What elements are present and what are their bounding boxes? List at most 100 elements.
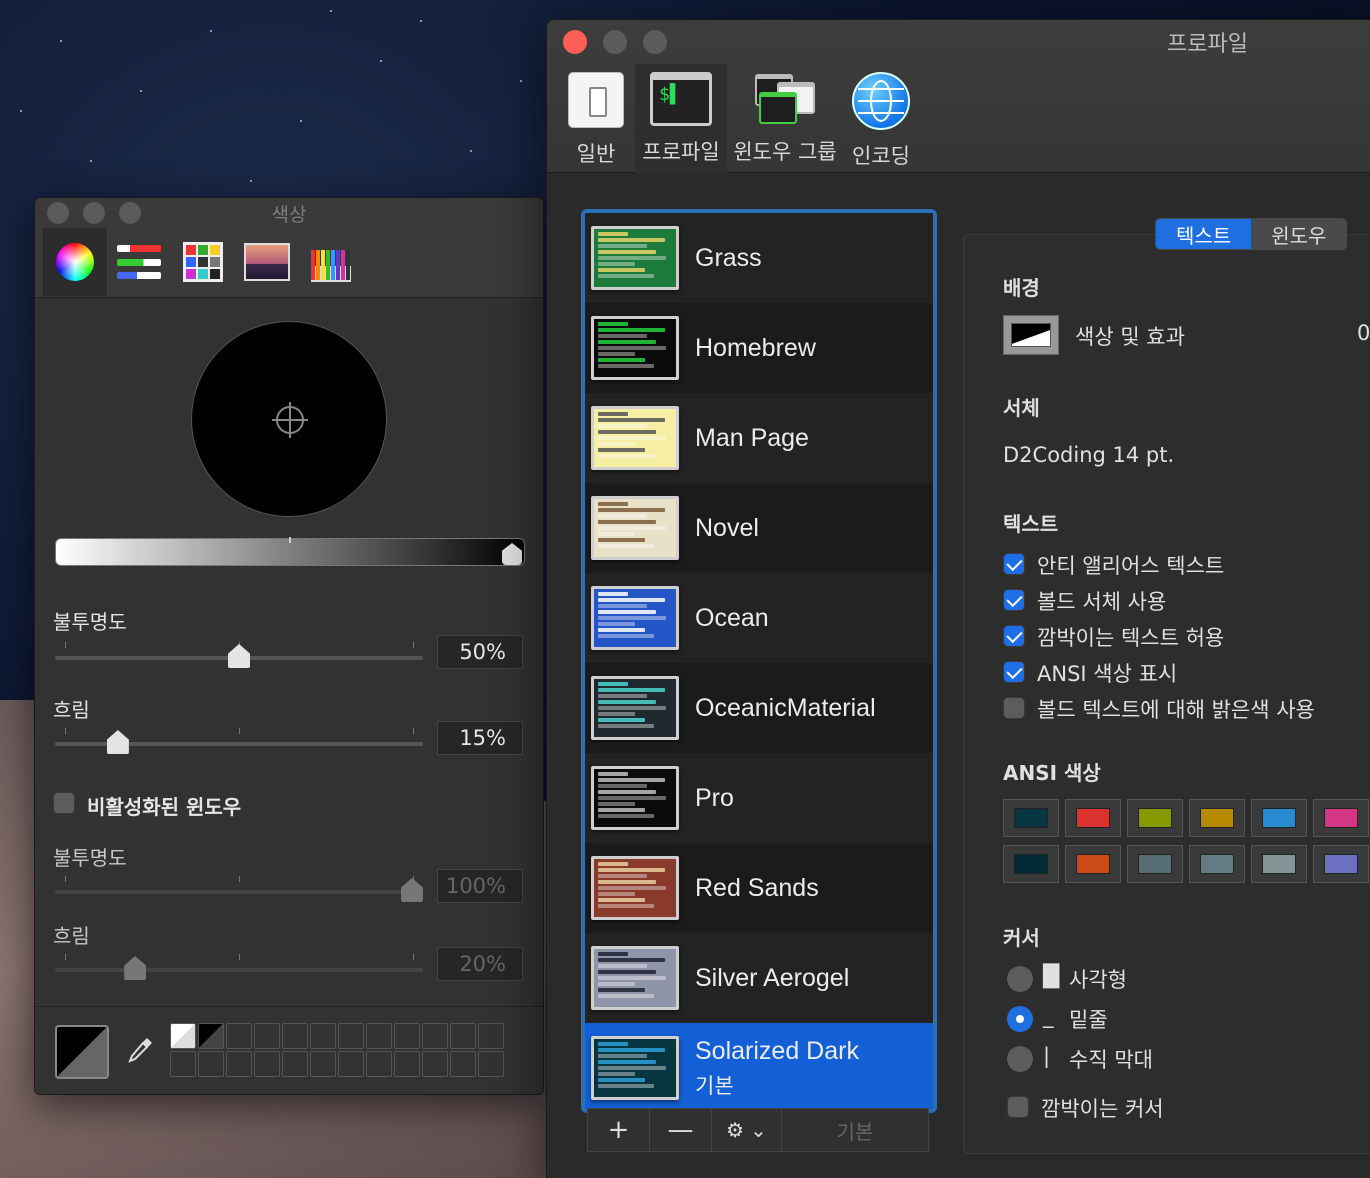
tab-pencils[interactable] <box>299 228 363 296</box>
general-icon <box>568 72 624 128</box>
text-section-title: 텍스트 <box>1003 512 1059 536</box>
color-panel-titlebar: 색상 <box>35 198 543 298</box>
profile-row[interactable]: Pro <box>585 753 933 843</box>
text-option-label: 볼드 서체 사용 <box>1037 590 1167 614</box>
segment-window[interactable]: 윈도우 <box>1251 219 1347 249</box>
color-mode-tabs <box>43 228 363 296</box>
profile-row[interactable]: OceanicMaterial <box>585 663 933 753</box>
profile-thumbnail <box>591 946 679 1010</box>
tab-color-sliders[interactable] <box>107 228 171 296</box>
inactive-opacity-value-field: 100% <box>437 869 523 903</box>
set-default-button[interactable]: 기본 <box>782 1109 928 1151</box>
profile-row[interactable]: Silver Aerogel <box>585 933 933 1023</box>
gear-icon: ⚙ <box>726 1118 745 1142</box>
segment-text[interactable]: 텍스트 <box>1156 219 1252 249</box>
tab-encodings[interactable]: 인코딩 <box>843 64 919 173</box>
ansi-color-well[interactable] <box>1003 845 1059 883</box>
profile-row[interactable]: Solarized Dark 기본 <box>585 1023 933 1109</box>
ansi-color-well[interactable] <box>1003 799 1059 837</box>
profile-name-text: Silver Aerogel <box>695 963 850 992</box>
color-palettes-icon <box>183 242 223 282</box>
blink-cursor-checkbox[interactable] <box>1007 1096 1029 1118</box>
tab-general[interactable]: 일반 <box>561 64 631 173</box>
ansi-color-well[interactable] <box>1251 845 1307 883</box>
cursor-radio[interactable] <box>1007 1006 1033 1032</box>
ansi-color-fill <box>1014 808 1048 828</box>
ansi-color-fill <box>1200 854 1234 874</box>
ansi-color-well[interactable] <box>1127 845 1183 883</box>
ansi-color-well[interactable] <box>1313 799 1369 837</box>
add-profile-button[interactable]: + <box>588 1109 650 1151</box>
profile-row[interactable]: Red Sands <box>585 843 933 933</box>
brightness-knob[interactable] <box>502 543 522 565</box>
ansi-color-well[interactable] <box>1065 799 1121 837</box>
remove-profile-button[interactable]: — <box>650 1109 712 1151</box>
text-option-checkbox[interactable] <box>1003 697 1025 719</box>
ansi-color-well[interactable] <box>1251 799 1307 837</box>
font-value[interactable]: D2Coding 14 pt. <box>1003 443 1174 467</box>
tab-window-groups-label: 윈도우 그룹 <box>733 140 837 164</box>
inactive-window-label: 비활성화된 윈도우 <box>87 795 242 819</box>
blur-slider[interactable] <box>55 728 423 754</box>
profile-row[interactable]: Man Page <box>585 393 933 483</box>
text-option-checkbox[interactable] <box>1003 553 1025 575</box>
brightness-slider[interactable] <box>55 537 525 566</box>
profile-row[interactable]: Novel <box>585 483 933 573</box>
crosshair-icon <box>272 402 308 438</box>
tab-image-palettes[interactable] <box>235 228 299 296</box>
current-color-swatch[interactable] <box>55 1025 109 1079</box>
profile-name: Solarized Dark 기본 <box>695 1037 859 1100</box>
ansi-color-well[interactable] <box>1189 799 1245 837</box>
tab-color-palettes[interactable] <box>171 228 235 296</box>
opacity-value-field[interactable]: 50% <box>437 635 523 669</box>
profile-name: Novel <box>695 514 759 543</box>
tab-profiles[interactable]: $▌ 프로파일 <box>635 64 727 173</box>
profile-list[interactable]: Grass Homebrew Man Page Novel Ocean OceanicMa… <box>581 209 937 1113</box>
background-extra-value: 0 <box>1357 321 1370 345</box>
blink-cursor-label: 깜박이는 커서 <box>1041 1097 1164 1121</box>
profile-name-text: Red Sands <box>695 873 819 902</box>
inactive-window-checkbox[interactable] <box>53 792 75 814</box>
tab-color-wheel[interactable] <box>43 228 107 296</box>
profile-thumbnail <box>591 766 679 830</box>
ansi-color-well[interactable] <box>1189 845 1245 883</box>
preferences-tabs: 일반 $▌ 프로파일 윈도우 그룹 인코딩 <box>561 64 919 173</box>
minimize-button[interactable] <box>603 30 627 54</box>
inactive-blur-slider <box>55 954 423 980</box>
text-option-checkbox[interactable] <box>1003 661 1025 683</box>
profile-terminal-icon: $▌ <box>650 72 712 126</box>
profile-default-tag: 기본 <box>695 1074 734 1098</box>
cursor-radio[interactable] <box>1007 1046 1033 1072</box>
ansi-color-well[interactable] <box>1313 845 1369 883</box>
ansi-color-well[interactable] <box>1065 845 1121 883</box>
profile-row[interactable]: Homebrew <box>585 303 933 393</box>
ansi-color-well[interactable] <box>1127 799 1183 837</box>
profile-name: Red Sands <box>695 874 819 903</box>
eyedropper-icon[interactable] <box>125 1035 155 1067</box>
profile-thumbnail <box>591 856 679 920</box>
profile-name: Man Page <box>695 424 809 453</box>
cursor-radio[interactable] <box>1007 966 1033 992</box>
profile-row[interactable]: Ocean <box>585 573 933 663</box>
background-color-swatch[interactable] <box>1003 315 1059 355</box>
profile-name: Homebrew <box>695 334 816 363</box>
profile-actions-button[interactable]: ⚙ ⌄ <box>712 1109 782 1151</box>
blur-value-field[interactable]: 15% <box>437 721 523 755</box>
profile-thumbnail <box>591 496 679 560</box>
text-option-checkbox[interactable] <box>1003 625 1025 647</box>
color-panel-window: 색상 불투명도 50% 흐림 15% 비활성화된 윈도우 불투명도 100% 흐… <box>34 197 544 1095</box>
saved-swatches[interactable] <box>170 1023 504 1077</box>
text-option-checkbox[interactable] <box>1003 589 1025 611</box>
opacity-slider-knob[interactable] <box>228 644 250 668</box>
tab-window-groups[interactable]: 윈도우 그룹 <box>727 64 843 173</box>
color-wheel[interactable] <box>191 321 387 517</box>
profile-row[interactable]: Grass <box>585 213 933 303</box>
close-button[interactable] <box>563 30 587 54</box>
tab-general-label: 일반 <box>576 142 616 166</box>
zoom-button[interactable] <box>643 30 667 54</box>
profile-thumbnail <box>591 226 679 290</box>
inactive-opacity-label: 불투명도 <box>53 846 127 870</box>
opacity-slider[interactable] <box>55 642 423 668</box>
blur-slider-knob[interactable] <box>106 730 129 754</box>
preferences-window: 프로파일 일반 $▌ 프로파일 윈도우 그룹 인코딩 Grass Homebre… <box>546 19 1370 1178</box>
